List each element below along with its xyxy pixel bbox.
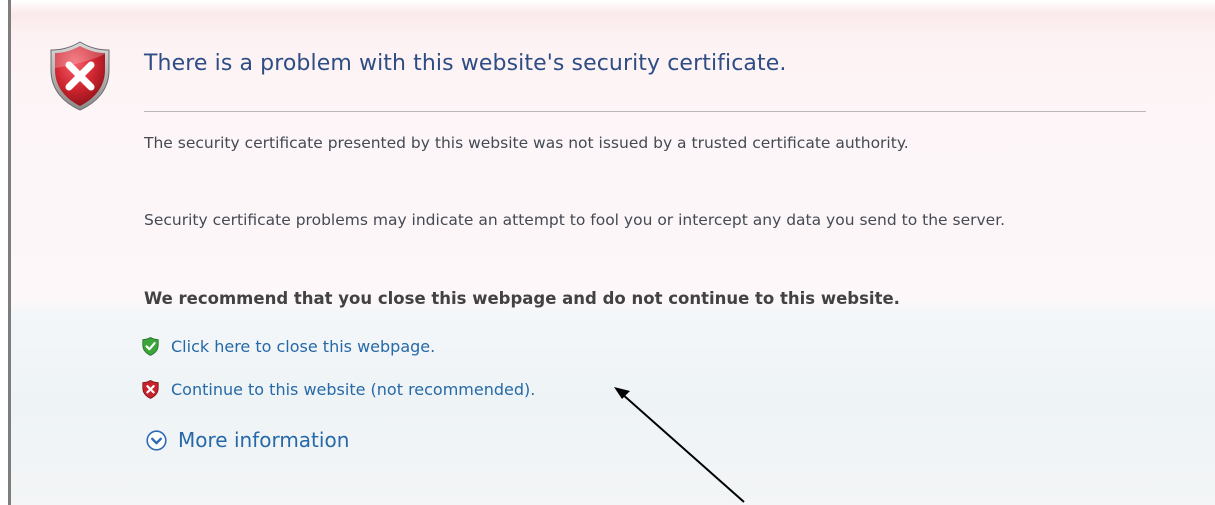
expand-chevron-circle-icon bbox=[146, 429, 167, 451]
more-information-label[interactable]: More information bbox=[178, 428, 349, 452]
certificate-error-page: There is a problem with this website's s… bbox=[0, 0, 1215, 505]
certificate-issue-text: The security certificate presented by th… bbox=[144, 134, 909, 152]
error-shield-icon bbox=[50, 41, 110, 111]
recommendation-text: We recommend that you close this webpage… bbox=[144, 289, 900, 308]
more-information-toggle[interactable]: More information bbox=[146, 428, 349, 452]
continue-to-website-link-label[interactable]: Continue to this website (not recommende… bbox=[171, 380, 535, 399]
red-x-shield-icon bbox=[142, 380, 159, 399]
green-check-shield-icon bbox=[142, 337, 159, 356]
content-panel: There is a problem with this website's s… bbox=[11, 0, 1215, 505]
continue-to-website-link[interactable]: Continue to this website (not recommende… bbox=[142, 380, 535, 399]
title-divider bbox=[144, 111, 1146, 112]
close-webpage-link[interactable]: Click here to close this webpage. bbox=[142, 337, 435, 356]
close-webpage-link-label[interactable]: Click here to close this webpage. bbox=[171, 337, 435, 356]
security-warning-text: Security certificate problems may indica… bbox=[144, 211, 1006, 229]
page-title: There is a problem with this website's s… bbox=[144, 51, 787, 76]
